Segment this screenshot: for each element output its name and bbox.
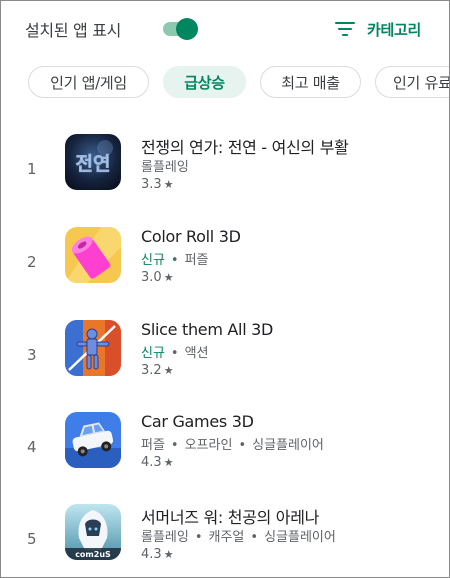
list-item[interactable]: 2 Color Roll 3D 신규 • 퍼즐 3.0 ★ — [1, 227, 449, 319]
app-rating: 4.3 ★ — [141, 455, 174, 470]
app-title: Color Roll 3D — [141, 227, 241, 246]
show-installed-label: 설치된 앱 표시 — [25, 21, 122, 40]
top-bar: 설치된 앱 표시 카테고리 — [1, 1, 449, 59]
app-tags: 롤플레잉 — [141, 156, 189, 175]
app-rating: 4.3 ★ — [141, 547, 174, 562]
separator: • — [170, 253, 179, 268]
app-tags: 신규 • 퍼즐 — [141, 249, 209, 268]
app-rating: 3.3 ★ — [141, 177, 174, 192]
app-rating: 3.2 ★ — [141, 363, 174, 378]
show-installed-toggle[interactable] — [163, 18, 198, 40]
app-tags: 롤플레잉 • 캐주얼 • 싱글플레이어 — [141, 526, 336, 545]
category-button[interactable]: 카테고리 — [335, 15, 421, 43]
tag: 싱글플레이어 — [264, 530, 336, 545]
list-item[interactable]: 4 Car Games 3D 퍼즐 • 오프라인 • 싱글플레이어 4.3 ★ — [1, 412, 449, 504]
summoners-war-icon: com2uS — [65, 504, 121, 560]
filter-icon — [335, 21, 355, 37]
tag: 액션 — [184, 346, 209, 361]
chip-trending[interactable]: 급상승 — [163, 66, 246, 98]
rating-value: 3.2 — [141, 363, 162, 378]
app-tags: 퍼즐 • 오프라인 • 싱글플레이어 — [141, 434, 324, 453]
chip-top-grossing[interactable]: 최고 매출 — [260, 66, 361, 98]
app-rating: 3.0 ★ — [141, 270, 174, 285]
rating-value: 4.3 — [141, 455, 162, 470]
rank-number: 4 — [27, 438, 37, 456]
separator: • — [194, 530, 203, 545]
list-item[interactable]: 3 Slice them All 3D 신규 • 액션 3.2 ★ — [1, 320, 449, 412]
icon-text: 전연 — [76, 153, 111, 175]
new-badge: 신규 — [141, 253, 165, 268]
tag: 싱글플레이어 — [252, 438, 324, 453]
rank-number: 2 — [27, 253, 37, 271]
tag: 퍼즐 — [141, 438, 165, 453]
list-item[interactable]: 1 전연 전쟁의 연가: 전연 - 여신의 부활 롤플레잉 3.3 ★ — [1, 134, 449, 226]
app-title: 전쟁의 연가: 전연 - 여신의 부활 — [141, 138, 349, 157]
toggle-knob — [176, 18, 198, 40]
tag: 롤플레잉 — [141, 530, 189, 545]
category-label: 카테고리 — [367, 20, 422, 39]
slice-them-all-icon — [65, 320, 121, 376]
star-icon: ★ — [163, 456, 174, 469]
chip-top-paid[interactable]: 인기 유료 — [375, 66, 449, 98]
tag: 캐주얼 — [208, 530, 245, 545]
separator: • — [170, 346, 179, 361]
rating-value: 3.3 — [141, 177, 162, 192]
separator: • — [250, 530, 259, 545]
rank-number: 3 — [27, 346, 37, 364]
rank-number: 1 — [27, 160, 37, 178]
tag: 오프라인 — [184, 438, 233, 453]
star-icon: ★ — [163, 548, 174, 561]
rating-value: 3.0 — [141, 270, 162, 285]
star-icon: ★ — [163, 364, 174, 377]
icon-text: com2uS — [75, 550, 111, 559]
star-icon: ★ — [163, 271, 174, 284]
chip-popular[interactable]: 인기 앱/게임 — [28, 66, 149, 98]
separator: • — [170, 438, 179, 453]
app-tags: 신규 • 액션 — [141, 342, 209, 361]
rank-number: 5 — [27, 530, 37, 548]
tag: 퍼즐 — [184, 253, 209, 268]
rating-value: 4.3 — [141, 547, 162, 562]
separator: • — [238, 438, 247, 453]
tag: 롤플레잉 — [141, 160, 189, 175]
list-item[interactable]: 5 com2uS 서머너즈 워: 천공의 아레나 롤플레잉 • 캐주얼 • 싱글플레이어 — [1, 504, 449, 577]
car-games-icon — [65, 412, 121, 468]
app-title: Car Games 3D — [141, 412, 254, 431]
play-store-top-charts: 설치된 앱 표시 카테고리 인기 앱/게임 급상승 최고 매출 인기 유료 1 — [0, 0, 450, 578]
color-roll-icon — [65, 227, 121, 283]
app-title: 서머너즈 워: 천공의 아레나 — [141, 508, 320, 527]
star-icon: ★ — [163, 178, 174, 191]
new-badge: 신규 — [141, 346, 165, 361]
app-title: Slice them All 3D — [141, 320, 274, 339]
jeonyeon-game-icon: 전연 — [65, 134, 121, 190]
